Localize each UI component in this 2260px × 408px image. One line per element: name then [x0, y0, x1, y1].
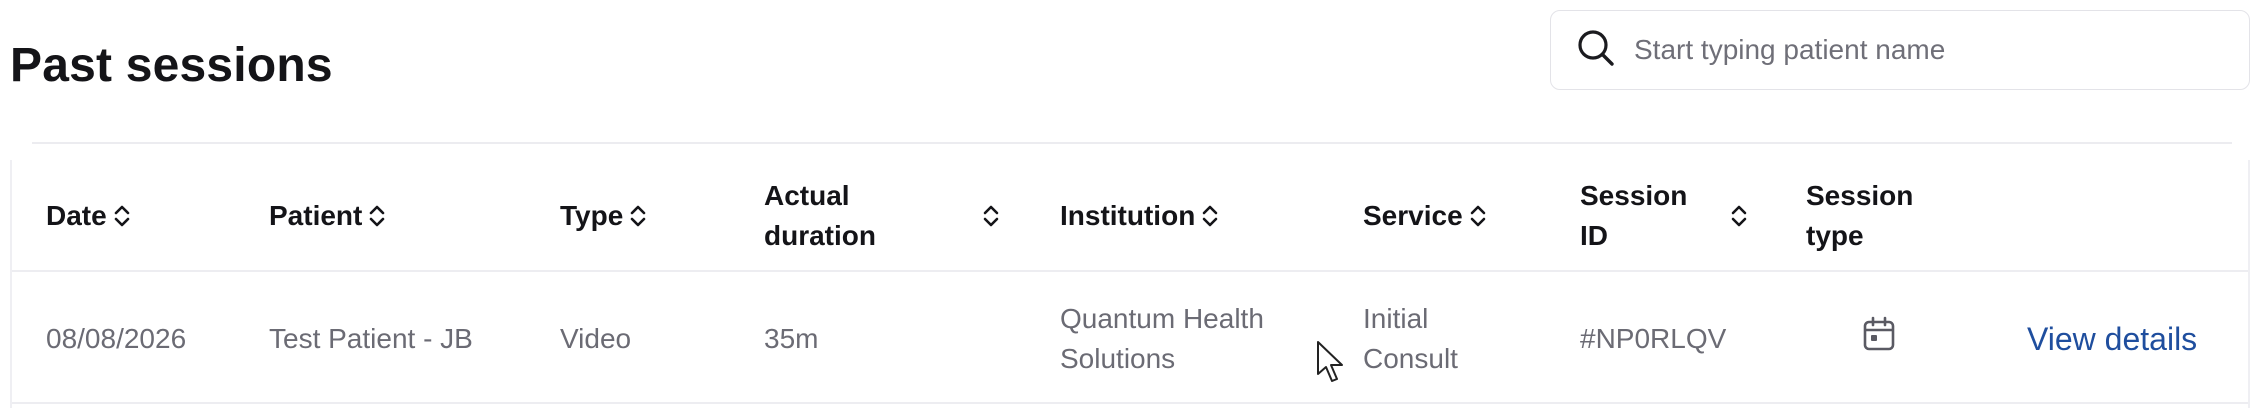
cell-type: Video	[560, 323, 632, 354]
sort-icon[interactable]	[113, 202, 131, 230]
sessions-table: Date Patient Type Actual duration Instit…	[10, 160, 2250, 408]
table-header-row: Date Patient Type Actual duration Instit…	[12, 160, 2248, 272]
column-header-type[interactable]: Type	[560, 160, 647, 272]
column-header-patient[interactable]: Patient	[269, 160, 386, 272]
column-header-session-id[interactable]: Session ID	[1580, 160, 1750, 272]
column-header-institution[interactable]: Institution	[1060, 160, 1219, 272]
sort-icon[interactable]	[1201, 202, 1219, 230]
sort-icon[interactable]	[982, 202, 1000, 230]
view-details-link[interactable]: View details	[2027, 319, 2197, 359]
column-header-session-type: Session type	[1806, 180, 1914, 251]
mouse-cursor-icon	[1317, 341, 1343, 382]
search-input[interactable]	[1634, 34, 2194, 66]
cell-institution: Quantum Health Solutions	[1060, 303, 1264, 374]
sort-icon[interactable]	[1469, 202, 1487, 230]
cell-patient: Test Patient - JB	[269, 323, 473, 354]
page-title: Past sessions	[10, 39, 333, 92]
cell-actual-duration: 35m	[764, 323, 819, 354]
sort-icon[interactable]	[368, 202, 386, 230]
search-box[interactable]	[1550, 10, 2250, 90]
column-header-service[interactable]: Service	[1363, 160, 1487, 272]
sort-icon[interactable]	[629, 202, 647, 230]
cell-date: 08/08/2026	[46, 323, 187, 354]
divider	[32, 142, 2232, 144]
cell-session-id: #NP0RLQV	[1580, 323, 1727, 354]
cell-actions: View details	[2027, 274, 2197, 404]
column-header-date[interactable]: Date	[46, 160, 131, 272]
column-header-actual-duration[interactable]: Actual duration	[764, 160, 1004, 272]
cell-service: Initial Consult	[1363, 303, 1458, 374]
calendar-icon	[1862, 316, 1896, 363]
table-row[interactable]: 08/08/2026 Test Patient - JB Video 35m Q…	[12, 274, 2248, 404]
sort-icon[interactable]	[1730, 202, 1748, 230]
cell-session-type	[1862, 274, 1896, 404]
search-icon	[1576, 28, 1616, 73]
